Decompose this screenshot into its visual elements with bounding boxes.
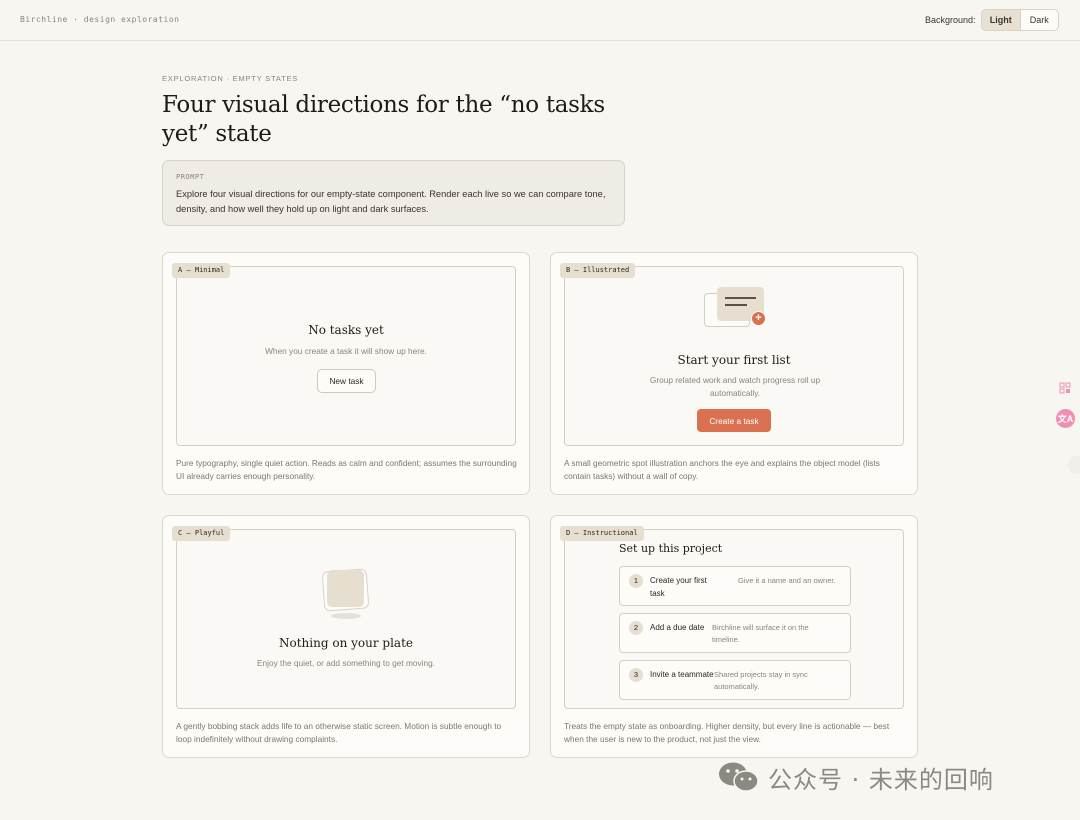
wechat-icon [719,762,759,792]
eyebrow: EXPLORATION · EMPTY STATES [162,74,299,83]
card-tag: B — Illustrated [560,263,636,278]
card-description: A small geometric spot illustration anch… [564,458,880,481]
onboarding-step[interactable]: 2 Add a due date Birchline will surface … [619,613,851,653]
card-minimal: A — Minimal No tasks yet When you create… [162,252,530,495]
empty-state-subtext: When you create a task it will show up h… [265,346,427,356]
card-instructional: D — Instructional Set up this project 1 … [550,515,918,758]
empty-state-heading: No tasks yet [308,323,384,337]
onboarding-step[interactable]: 1 Create your first task Give it a name … [619,566,851,606]
step-description: Birchline will surface it on the timelin… [712,623,809,644]
card-tag: A — Minimal [172,263,231,278]
prompt-text: Explore four visual directions for our e… [176,189,606,214]
brand-label: Birchline · design exploration [20,15,180,24]
card-description: Treats the empty state as onboarding. Hi… [564,721,890,744]
top-bar: Birchline · design exploration Backgroun… [0,0,1080,41]
side-tab-icon[interactable] [1068,456,1080,474]
preview-stage: No tasks yet When you create a task it w… [176,266,516,446]
empty-state-heading: Nothing on your plate [279,636,413,650]
empty-state-heading: Start your first list [677,353,791,367]
background-label: Background: [925,15,976,25]
empty-state-heading: Set up this project [619,542,723,555]
prompt-box: PROMPT Explore four visual directions fo… [162,160,625,226]
preview-stage: Nothing on your plate Enjoy the quiet, o… [176,529,516,709]
new-task-button[interactable]: New task [317,369,376,393]
dark-option-button[interactable]: Dark [1021,10,1059,30]
grid-icon[interactable] [1056,379,1074,397]
translate-icon[interactable]: 文A [1056,409,1075,428]
card-description: A gently bobbing stack adds life to an o… [176,721,502,744]
background-toggle: Light Dark [981,9,1059,31]
step-number: 2 [629,621,643,635]
watermark: 公众号 · 未来的回响 [718,760,994,794]
light-option-button[interactable]: Light [982,10,1021,30]
plus-icon: + [751,311,766,326]
page-title: Four visual directions for the “no tasks… [162,92,605,147]
card-tag: D — Instructional [560,526,644,541]
preview-stage: + Start your first list Group related wo… [564,266,904,446]
watermark-text: 公众号 · 未来的回响 [768,765,994,794]
create-task-button[interactable]: Create a task [697,409,771,432]
step-number: 3 [629,668,643,682]
prompt-label: PROMPT [176,173,205,181]
preview-stage: Set up this project 1 Create your first … [564,529,904,709]
onboarding-step[interactable]: 3 Invite a teammate Shared projects stay… [619,660,851,700]
card-description: Pure typography, single quiet action. Re… [176,458,517,481]
step-description: Shared projects stay in sync automatical… [714,670,808,691]
stack-shadow [331,613,361,619]
card-playful: C — Playful Nothing on your plate Enjoy … [162,515,530,758]
step-title: Create your first task [650,576,707,598]
card-tag: C — Playful [172,526,231,541]
empty-state-subtext: Group related work and watch progress ro… [649,375,821,398]
card-illustrated: B — Illustrated + Start your first list … [550,252,918,495]
step-number: 1 [629,574,643,588]
step-title: Invite a teammate [650,670,714,679]
empty-state-subtext: Enjoy the quiet, or add something to get… [256,658,436,668]
stack-illustration-icon [327,570,364,607]
step-description: Give it a name and an owner. [738,576,836,585]
